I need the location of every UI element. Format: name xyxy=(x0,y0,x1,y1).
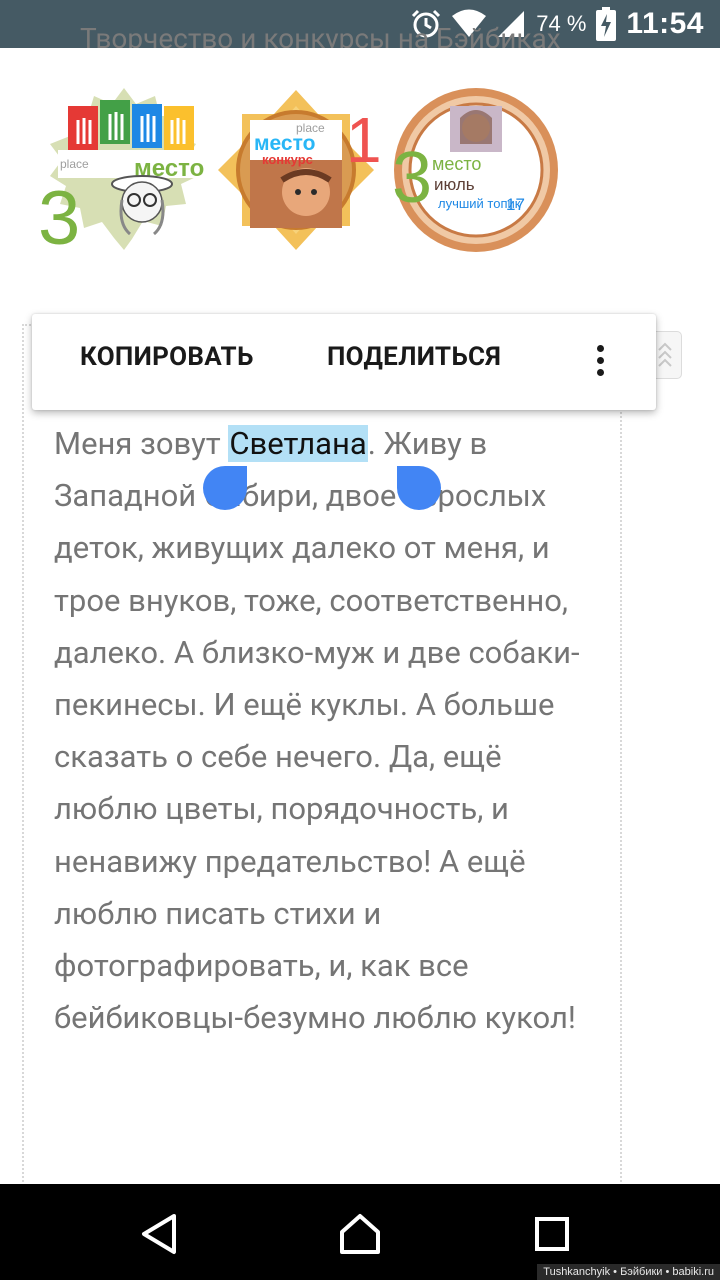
award-badge-3rd-place[interactable]: place место 3 xyxy=(38,84,210,256)
navigation-bar: Tushkanchyik • Бэйбики • babiki.ru xyxy=(0,1184,720,1280)
badge-1-place: place xyxy=(60,157,89,171)
selected-text[interactable]: Светлана xyxy=(228,425,368,462)
award-badge-1st-place[interactable]: place место конкурс 1 xyxy=(210,84,382,256)
more-vert-icon[interactable] xyxy=(588,342,612,382)
page-heading-cut: Творчество и конкурсы на Бэйбиках xyxy=(80,24,561,48)
back-triangle-icon[interactable] xyxy=(136,1210,184,1258)
text-selection-toolbar: КОПИРОВАТЬ ПОДЕЛИТЬСЯ xyxy=(32,314,656,410)
post-body-text[interactable]: Меня зовут Светлана. Живу в Западной Сиб… xyxy=(54,418,594,1044)
home-icon[interactable] xyxy=(336,1210,384,1258)
badge-2-subtitle: конкурс xyxy=(262,152,313,167)
badge-3-month: июль xyxy=(434,175,475,194)
badge-2-rank: 1 xyxy=(346,104,382,176)
selection-end-handle[interactable] xyxy=(397,466,441,510)
text-after-selection: . Живу в Западной Сибири, двое взрослых … xyxy=(54,425,580,1037)
watermark: Tushkanchyik • Бэйбики • babiki.ru xyxy=(537,1264,720,1280)
badge-3-rank: 3 xyxy=(392,138,432,218)
award-badge-3rd-place-july[interactable]: 3 место июль лучший топик 17 xyxy=(390,84,562,256)
badge-3-title: место xyxy=(432,154,481,174)
award-badges: place место 3 place место конкурс 1 3 ме… xyxy=(38,84,578,260)
share-button[interactable]: ПОДЕЛИТЬСЯ xyxy=(327,342,501,372)
recents-square-icon[interactable] xyxy=(528,1210,576,1258)
copy-button[interactable]: КОПИРОВАТЬ xyxy=(80,342,254,372)
text-before-selection: Меня зовут xyxy=(54,425,229,462)
selection-start-handle[interactable] xyxy=(203,466,247,510)
badge-3-year: 17 xyxy=(506,195,525,214)
badge-1-rank: 3 xyxy=(38,176,80,256)
